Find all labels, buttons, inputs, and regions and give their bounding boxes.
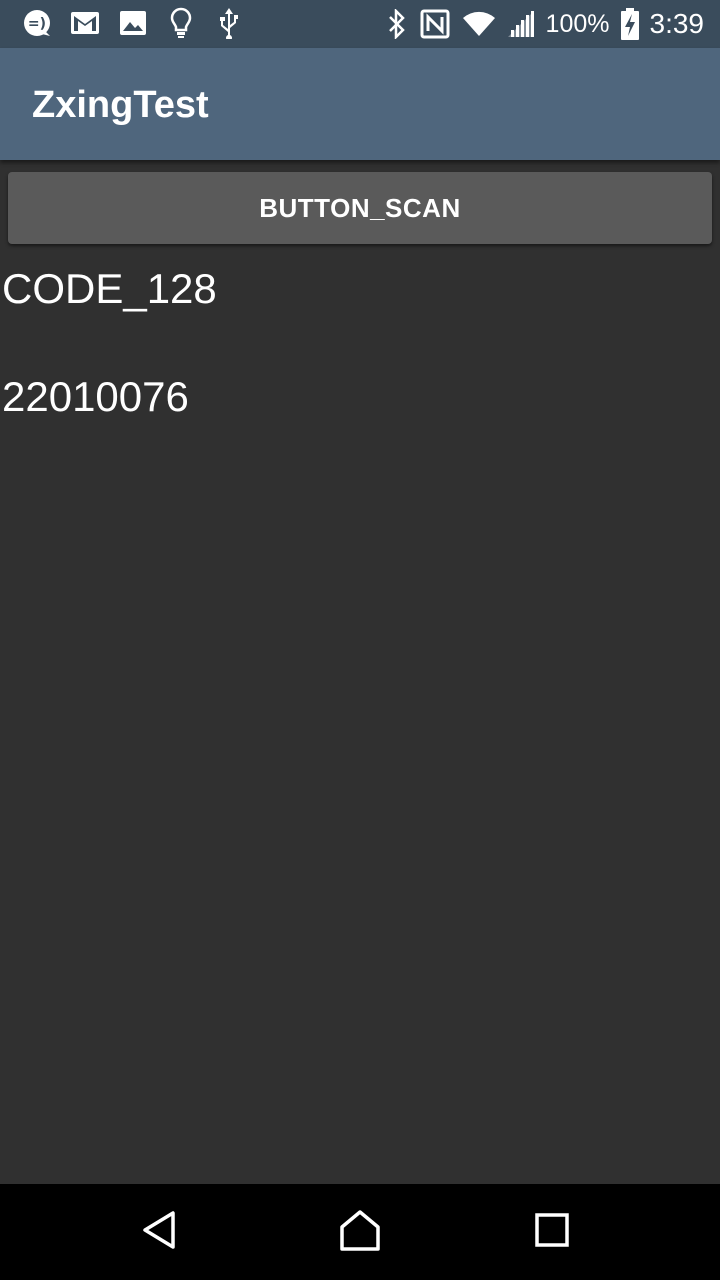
- nfc-icon: [418, 7, 452, 41]
- signal-icon: [506, 7, 536, 41]
- gallery-icon: [116, 6, 150, 40]
- home-icon: [338, 1209, 382, 1256]
- clock: 3:39: [649, 8, 705, 39]
- back-button[interactable]: [132, 1204, 188, 1260]
- scan-button[interactable]: BUTTON_SCAN: [8, 172, 712, 244]
- notification-icons: =): [20, 6, 246, 40]
- home-button[interactable]: [332, 1204, 388, 1260]
- recents-icon: [534, 1212, 570, 1253]
- barcode-content-text: 22010076: [2, 373, 189, 420]
- app-title: ZxingTest: [32, 84, 209, 126]
- messenger-icon: =): [20, 6, 54, 40]
- system-icons: 100% 3:39: [386, 6, 704, 42]
- bluetooth-icon: [386, 7, 408, 41]
- recents-button[interactable]: [524, 1204, 580, 1260]
- usb-icon: [212, 6, 246, 40]
- wifi-icon: [462, 7, 496, 41]
- battery-charging-icon: [620, 7, 640, 41]
- gmail-icon: [68, 6, 102, 40]
- status-bar: =) 100% 3:39: [0, 0, 720, 48]
- app-bar: ZxingTest: [0, 48, 720, 160]
- svg-text:=): =): [28, 16, 46, 32]
- battery-percent: 100%: [545, 10, 610, 38]
- navigation-bar: [0, 1184, 720, 1280]
- lightbulb-icon: [164, 6, 198, 40]
- back-icon: [140, 1210, 180, 1255]
- barcode-format-text: CODE_128: [2, 265, 217, 312]
